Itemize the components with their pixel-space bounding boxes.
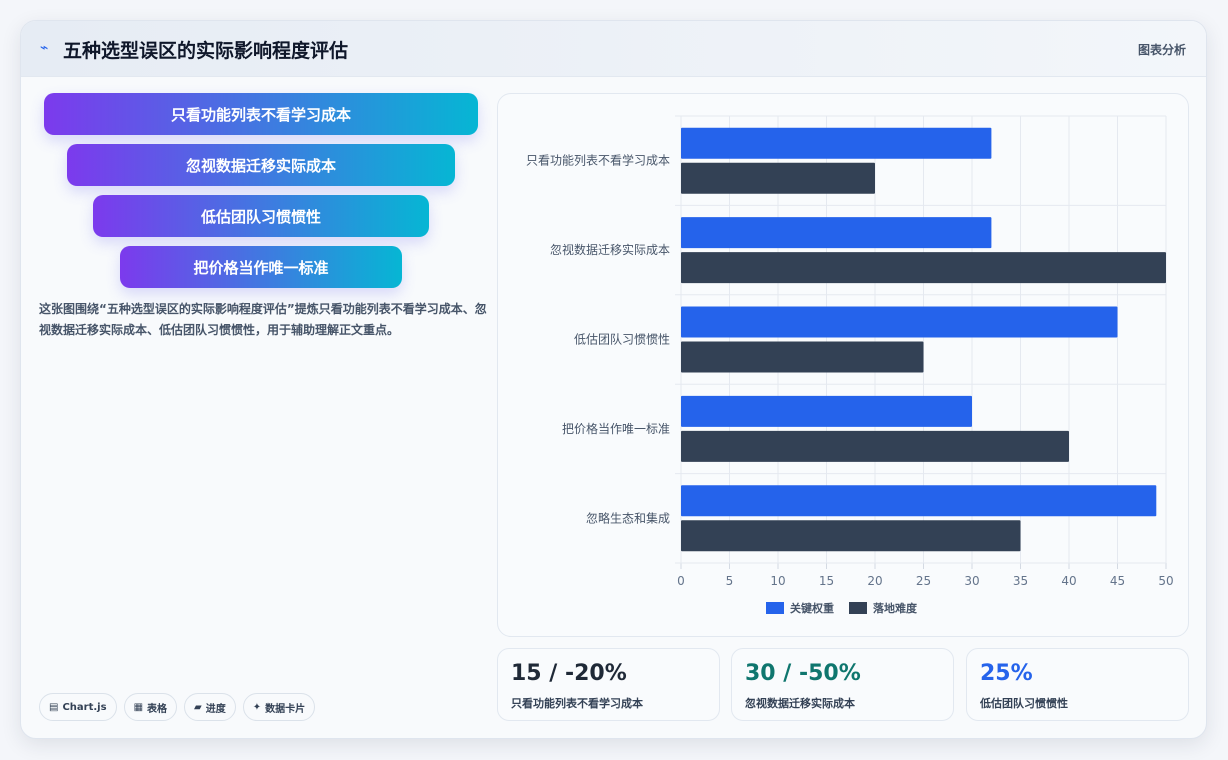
- progress-icon: ▰: [194, 701, 202, 713]
- bar-difficulty: [681, 252, 1166, 284]
- kpi-value: 30 / -50%: [745, 661, 861, 686]
- legend-swatch: [849, 602, 867, 614]
- kpi-label: 低估团队习惯惯性: [980, 697, 1068, 710]
- chart-line-icon: ⌁: [40, 40, 49, 56]
- pill-3: 低估团队习惯惯性: [93, 195, 429, 237]
- table-icon: ▦: [133, 701, 144, 713]
- legend-label: 落地难度: [873, 601, 918, 615]
- kpi-value: 25%: [980, 661, 1033, 686]
- tag-chartjs[interactable]: ▤ Chart.js: [39, 693, 117, 721]
- bar-difficulty: [681, 520, 1021, 552]
- pill-1: 只看功能列表不看学习成本: [44, 93, 478, 135]
- sparkle-icon: ✦: [252, 701, 262, 713]
- window-icon: ▤: [49, 701, 59, 713]
- kpi-card-3: 25% 低估团队习惯惯性: [966, 648, 1189, 721]
- page-title: 五种选型误区的实际影响程度评估: [63, 40, 349, 62]
- y-category-label: 只看功能列表不看学习成本: [526, 153, 670, 168]
- bar-difficulty: [681, 162, 875, 194]
- description-text: 这张图围绕“五种选型误区的实际影响程度评估”提炼只看功能列表不看学习成本、忽视数…: [39, 302, 487, 337]
- chart-card: ⌁ 五种选型误区的实际影响程度评估 图表分析 只看功能列表不看学习成本 忽视数据…: [20, 20, 1207, 739]
- bar-weight: [681, 306, 1118, 338]
- x-tick-label: 35: [1013, 574, 1028, 588]
- kpi-card-1: 15 / -20% 只看功能列表不看学习成本: [497, 648, 720, 721]
- bar-weight: [681, 127, 992, 159]
- pill-2: 忽视数据迁移实际成本: [67, 144, 455, 186]
- bar-weight: [681, 395, 972, 427]
- bar-weight: [681, 217, 992, 249]
- x-tick-label: 20: [867, 574, 882, 588]
- card-header: ⌁ 五种选型误区的实际影响程度评估 图表分析: [21, 21, 1206, 77]
- x-tick-label: 0: [677, 574, 685, 588]
- bar-difficulty: [681, 341, 924, 373]
- x-tick-label: 50: [1158, 574, 1173, 588]
- bar-chart: 0 5 10 15 20 25 30 35 40 45 50 只看功能列表不看学习成本忽视数据迁移实际…: [526, 115, 1174, 615]
- y-category-label: 把价格当作唯一标准: [562, 421, 670, 436]
- bar-weight: [681, 485, 1157, 517]
- bar-chart-panel: 0 5 10 15 20 25 30 35 40 45 50 只看功能列表不看学习成本忽视数据迁移实际…: [497, 93, 1189, 637]
- y-category-label: 忽视数据迁移实际成本: [550, 242, 670, 257]
- tag-progress[interactable]: ▰ 进度: [184, 693, 236, 721]
- tag-data-card[interactable]: ✦ 数据卡片: [242, 693, 316, 721]
- kpi-value: 15 / -20%: [511, 661, 627, 686]
- legend-label: 关键权重: [790, 601, 834, 615]
- y-category-label: 低估团队习惯惯性: [574, 332, 670, 347]
- kpi-label: 只看功能列表不看学习成本: [511, 697, 643, 710]
- x-tick-label: 5: [726, 574, 734, 588]
- kpi-card-2: 30 / -50% 忽视数据迁移实际成本: [731, 648, 954, 721]
- x-tick-label: 30: [964, 574, 979, 588]
- x-tick-label: 25: [916, 574, 931, 588]
- pill-4: 把价格当作唯一标准: [120, 246, 402, 288]
- kpi-label: 忽视数据迁移实际成本: [745, 697, 855, 710]
- tag-list: ▤ Chart.js ▦ 表格 ▰ 进度 ✦ 数据卡片: [39, 693, 316, 721]
- header-label: 图表分析: [1137, 43, 1186, 57]
- x-tick-label: 40: [1061, 574, 1076, 588]
- x-tick-label: 45: [1110, 574, 1125, 588]
- y-category-label: 忽略生态和集成: [586, 510, 670, 525]
- tag-table[interactable]: ▦ 表格: [123, 693, 178, 721]
- x-tick-label: 10: [770, 574, 785, 588]
- x-tick-label: 15: [819, 574, 834, 588]
- legend-swatch: [766, 602, 784, 614]
- bar-difficulty: [681, 430, 1069, 462]
